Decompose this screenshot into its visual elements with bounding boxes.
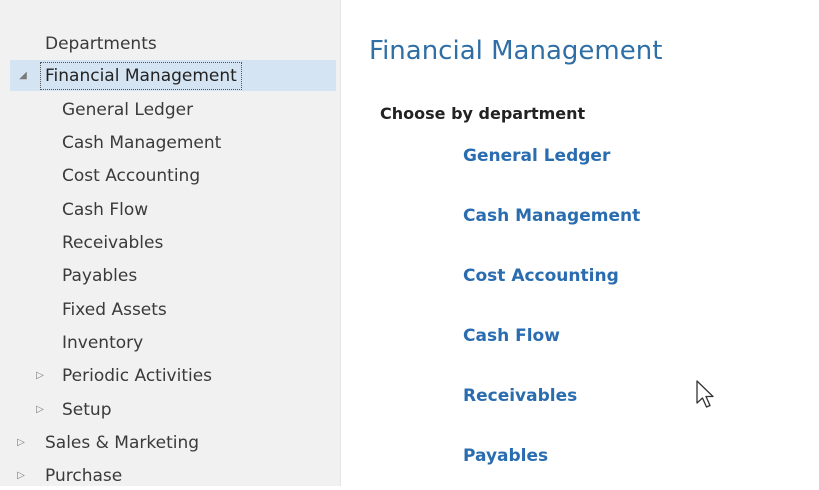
tree-item-inventory[interactable]: Inventory: [62, 329, 143, 357]
page-title: Financial Management: [369, 36, 663, 66]
tree-item-setup[interactable]: Setup: [62, 396, 111, 424]
collapse-icon[interactable]: ◢: [16, 62, 30, 90]
departments-header[interactable]: Departments: [45, 30, 157, 58]
tree-item-general-ledger[interactable]: General Ledger: [62, 96, 193, 124]
tree-item-fixed-assets[interactable]: Fixed Assets: [62, 296, 167, 324]
tree-item-receivables[interactable]: Receivables: [62, 229, 163, 257]
tree-item-periodic-activities[interactable]: Periodic Activities: [62, 362, 212, 390]
tree-item-cost-accounting[interactable]: Cost Accounting: [62, 162, 200, 190]
main-content: Financial Management Choose by departmen…: [341, 0, 819, 486]
link-general-ledger[interactable]: General Ledger: [463, 146, 610, 166]
tree-item-sales-marketing[interactable]: Sales & Marketing: [45, 429, 199, 457]
expand-icon[interactable]: ▷: [14, 429, 28, 457]
departments-sidebar: Departments ◢ Financial Management Gener…: [0, 0, 341, 486]
mouse-cursor-icon: [696, 380, 714, 408]
tree-item-label: Financial Management: [40, 62, 242, 90]
link-payables[interactable]: Payables: [463, 446, 548, 466]
tree-item-payables[interactable]: Payables: [62, 262, 137, 290]
link-receivables[interactable]: Receivables: [463, 386, 577, 406]
expand-icon[interactable]: ▷: [33, 362, 47, 390]
link-cost-accounting[interactable]: Cost Accounting: [463, 266, 619, 286]
section-label: Choose by department: [380, 104, 586, 123]
link-cash-flow[interactable]: Cash Flow: [463, 326, 560, 346]
tree-item-financial-management[interactable]: Financial Management: [40, 62, 242, 90]
expand-icon[interactable]: ▷: [33, 396, 47, 424]
tree-item-cash-management[interactable]: Cash Management: [62, 129, 221, 157]
link-cash-management[interactable]: Cash Management: [463, 206, 640, 226]
tree-item-cash-flow[interactable]: Cash Flow: [62, 196, 148, 224]
